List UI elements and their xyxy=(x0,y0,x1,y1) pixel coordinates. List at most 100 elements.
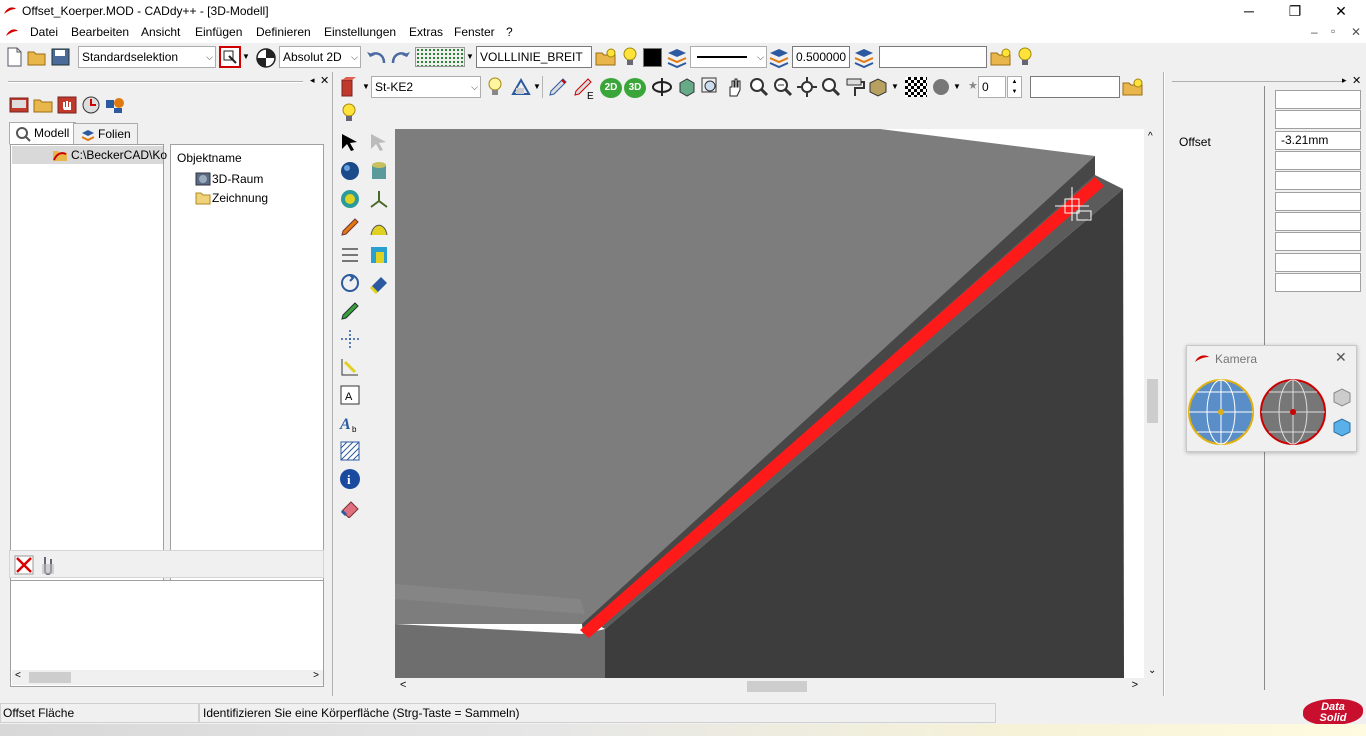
3d-viewport[interactable] xyxy=(395,129,1144,678)
panel-pin-icon[interactable]: ◂ xyxy=(310,75,315,86)
edge-edit-icon[interactable]: E xyxy=(572,76,596,100)
minimize-button[interactable]: ─ xyxy=(1226,0,1272,22)
selection-mode-select[interactable]: Standardselektion ⌵ xyxy=(78,46,216,68)
mdi-close-button[interactable]: ✕ xyxy=(1351,25,1361,39)
property-field[interactable] xyxy=(1275,212,1361,231)
hand-select-icon[interactable] xyxy=(56,94,78,116)
chevron-down-icon[interactable]: ▼ xyxy=(953,82,961,91)
viewport-hscrollbar[interactable]: < > xyxy=(395,678,1144,695)
menu-fenster[interactable]: Fenster xyxy=(454,25,495,39)
scroll-left-icon[interactable]: < xyxy=(15,670,21,681)
zoom-out-icon[interactable] xyxy=(772,76,794,98)
sphere-solid-icon[interactable] xyxy=(339,160,361,182)
viewport-vscrollbar[interactable]: ^ ⌄ xyxy=(1144,129,1161,678)
property-field[interactable] xyxy=(1275,273,1361,292)
sphere-render-icon[interactable] xyxy=(931,77,951,97)
view-2d-button[interactable]: 2D xyxy=(600,78,622,98)
file-tree-item[interactable]: C:\BeckerCAD\Ko xyxy=(12,146,167,164)
property-field[interactable] xyxy=(1275,171,1361,190)
camera-close-button[interactable]: ✕ xyxy=(1335,349,1347,366)
text-tool-icon[interactable]: Ab xyxy=(339,412,361,434)
pan-hand-icon[interactable] xyxy=(724,76,746,98)
edit-pen-icon[interactable] xyxy=(547,76,569,98)
property-field[interactable] xyxy=(1275,90,1361,109)
scroll-down-icon[interactable]: ⌄ xyxy=(1148,665,1156,676)
menu-help[interactable]: ? xyxy=(506,25,513,39)
property-field[interactable] xyxy=(1275,110,1361,129)
chevron-down-icon[interactable]: ▼ xyxy=(533,82,541,91)
zoom-window-icon[interactable] xyxy=(700,76,722,98)
property-field[interactable] xyxy=(1275,192,1361,211)
line-style-select[interactable]: ⌵ xyxy=(690,46,767,68)
wire-tools-icon[interactable] xyxy=(339,244,361,266)
chevron-down-icon[interactable]: ▼ xyxy=(891,82,899,91)
new-file-icon[interactable] xyxy=(5,47,23,67)
undo-icon[interactable] xyxy=(366,47,388,67)
pencil-sketch-icon[interactable] xyxy=(339,216,361,238)
zoom-all-icon[interactable] xyxy=(796,76,818,98)
spin-value-field[interactable]: 0 xyxy=(978,76,1006,98)
line-type-field[interactable]: VOLLLINIE_BREIT xyxy=(476,46,592,68)
scroll-right-icon[interactable]: > xyxy=(313,670,319,681)
panel-grip[interactable] xyxy=(8,81,303,83)
property-field[interactable] xyxy=(1275,151,1361,170)
scroll-up-icon[interactable]: ^ xyxy=(1148,131,1153,142)
select-filter-button[interactable] xyxy=(219,46,241,68)
folder-tree-icon[interactable] xyxy=(32,94,54,116)
view-3d-button[interactable]: 3D xyxy=(624,78,646,98)
layer-stack-icon[interactable] xyxy=(853,47,875,69)
line-pattern-select[interactable] xyxy=(415,47,465,67)
mdi-restore-button[interactable]: ▫ xyxy=(1331,24,1335,38)
construction-line-icon[interactable] xyxy=(339,328,361,350)
star-icon[interactable]: ★ xyxy=(968,79,978,92)
view-text-field[interactable] xyxy=(1030,76,1120,98)
scroll-left-icon[interactable]: < xyxy=(400,679,406,691)
extrude-icon[interactable] xyxy=(368,272,390,294)
panel-close-icon[interactable]: ✕ xyxy=(1352,74,1361,87)
layer-name-field[interactable] xyxy=(879,46,987,68)
zoom-previous-icon[interactable] xyxy=(820,76,842,98)
camera-orbit-globe-icon[interactable] xyxy=(1187,378,1257,448)
loft-icon[interactable] xyxy=(368,216,390,238)
layer-lightbulb-icon[interactable] xyxy=(1014,46,1036,68)
rotate-copy-icon[interactable] xyxy=(339,272,361,294)
chevron-down-icon[interactable]: ▼ xyxy=(466,52,474,61)
menu-einfuegen[interactable]: Einfügen xyxy=(195,25,242,39)
select-arrow-icon[interactable] xyxy=(339,132,361,154)
view-layer-folder-icon[interactable] xyxy=(1122,77,1144,97)
mdi-minimize-button[interactable]: – xyxy=(1311,25,1318,39)
menu-datei[interactable]: Datei xyxy=(30,25,58,39)
hatch-icon[interactable] xyxy=(339,440,361,462)
material-icon[interactable] xyxy=(339,76,359,98)
redo-icon[interactable] xyxy=(389,47,411,67)
scroll-right-icon[interactable]: > xyxy=(1132,679,1138,691)
tab-folien[interactable]: Folien xyxy=(73,123,138,145)
refresh-view-icon[interactable] xyxy=(80,94,102,116)
maximize-button[interactable]: ❐ xyxy=(1272,0,1318,22)
axis-icon[interactable] xyxy=(368,188,390,210)
settings-tools-icon[interactable] xyxy=(104,94,126,116)
color-fill-icon[interactable] xyxy=(368,244,390,266)
panel-grip[interactable] xyxy=(1172,81,1342,82)
selection-list-hscrollbar[interactable]: < > xyxy=(12,670,323,685)
scroll-thumb[interactable] xyxy=(29,672,71,683)
menu-einstellungen[interactable]: Einstellungen xyxy=(324,25,396,39)
menu-bearbeiten[interactable]: Bearbeiten xyxy=(71,25,129,39)
light-icon[interactable] xyxy=(484,76,506,98)
line-width-field[interactable]: 0.500000 xyxy=(792,46,850,68)
camera-rotate-globe-icon[interactable] xyxy=(1259,378,1329,448)
dimension-icon[interactable] xyxy=(339,356,361,378)
chevron-down-icon[interactable]: ▼ xyxy=(362,82,370,91)
property-field[interactable] xyxy=(1275,232,1361,251)
menu-definieren[interactable]: Definieren xyxy=(256,25,311,39)
delete-selection-icon[interactable] xyxy=(13,554,35,576)
scroll-thumb[interactable] xyxy=(747,681,807,692)
info-lightbulb-icon[interactable] xyxy=(338,102,360,124)
cube-view-icon[interactable] xyxy=(676,76,698,98)
camera-cube-gray-icon[interactable] xyxy=(1331,386,1353,408)
lightbulb-icon[interactable] xyxy=(619,46,641,68)
material-select[interactable]: St-KE2 ⌵ xyxy=(371,76,481,98)
model-view-icon[interactable] xyxy=(8,94,30,116)
color-swatch[interactable] xyxy=(643,48,662,67)
save-icon[interactable] xyxy=(51,48,71,66)
